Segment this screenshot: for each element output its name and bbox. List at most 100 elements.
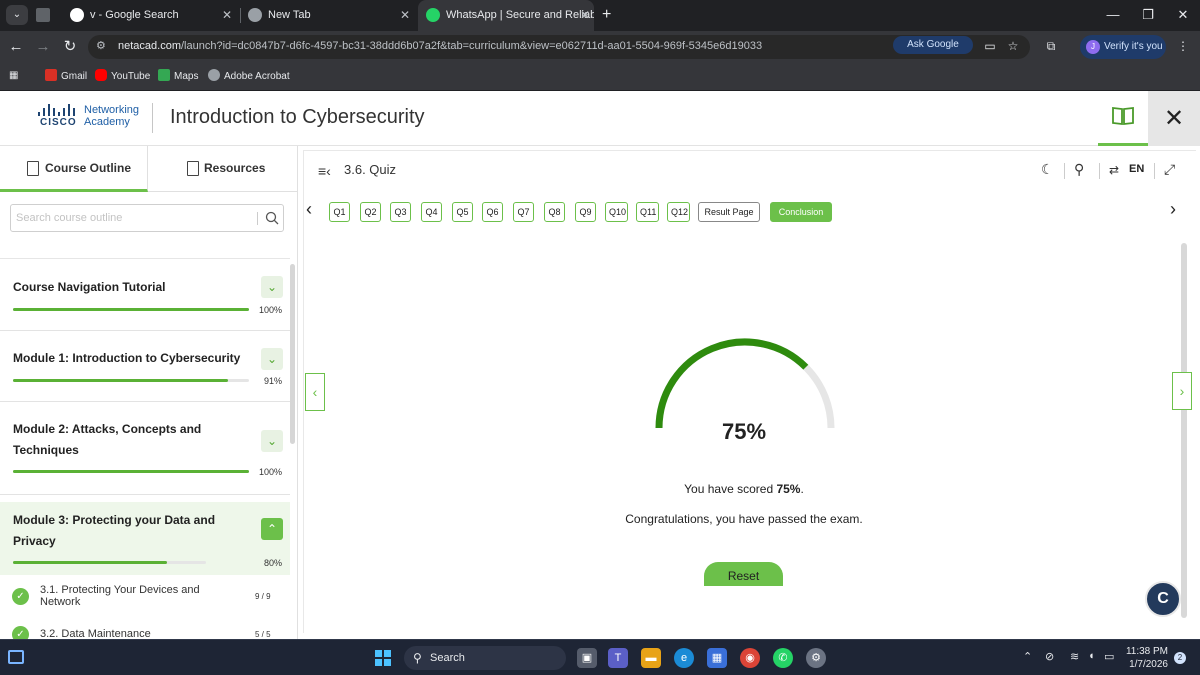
edge-icon[interactable]: e: [674, 648, 694, 668]
question-button-q7[interactable]: Q7: [513, 202, 534, 222]
module-course-navigation-tutorial[interactable]: Course Navigation Tutorial ⌄ 100%: [0, 259, 290, 330]
apps-grid-icon[interactable]: ▦: [9, 69, 18, 83]
translate-icon[interactable]: ⇄: [1109, 163, 1119, 177]
teams-icon[interactable]: T: [608, 648, 628, 668]
question-button-q1[interactable]: Q1: [329, 202, 350, 222]
module-3[interactable]: Module 3: Protecting your Data and Priva…: [0, 502, 290, 575]
close-course-button[interactable]: ✕: [1148, 91, 1200, 146]
site-info-icon[interactable]: ⚙: [96, 39, 106, 52]
windows-start-icon[interactable]: [375, 650, 391, 666]
bookmark-label: Gmail: [61, 71, 88, 82]
tab-search-button[interactable]: ⌄: [6, 5, 28, 25]
lesson-item[interactable]: ✓ 3.1. Protecting Your Devices and Netwo…: [0, 582, 290, 622]
lesson-item[interactable]: ✓ 3.2. Data Maintenance 5 / 5: [0, 624, 290, 639]
close-tab-icon[interactable]: ✕: [222, 0, 232, 31]
bookmark-gmail[interactable]: Gmail: [45, 69, 87, 84]
url-text[interactable]: netacad.com/launch?id=dc0847b7-d6fc-4597…: [118, 40, 762, 52]
store-icon[interactable]: ▦: [707, 648, 727, 668]
course-book-button[interactable]: [1098, 91, 1148, 146]
chevron-down-icon[interactable]: ⌄: [261, 430, 283, 452]
question-button-q12[interactable]: Q12: [667, 202, 690, 222]
conclusion-button[interactable]: Conclusion: [770, 202, 832, 222]
forward-button[interactable]: →: [33, 37, 53, 57]
cisco-wordmark: CISCO: [40, 117, 77, 128]
module-1[interactable]: Module 1: Introduction to Cybersecurity …: [0, 331, 290, 401]
expand-icon[interactable]: ⤢: [1164, 161, 1175, 178]
network-off-icon[interactable]: ⊘: [1045, 650, 1054, 663]
restore-button[interactable]: ❐: [1128, 0, 1168, 31]
volume-icon[interactable]: ◖: [1088, 650, 1095, 662]
result-page-button[interactable]: Result Page: [698, 202, 760, 222]
whatsapp-taskbar-icon[interactable]: ✆: [773, 648, 793, 668]
tab-title: v - Google Search: [90, 9, 179, 21]
settings-icon[interactable]: ⚙: [806, 648, 826, 668]
verify-profile-button[interactable]: J Verify it's you: [1080, 35, 1166, 59]
reset-button[interactable]: Reset: [704, 562, 783, 586]
wifi-icon[interactable]: ≋: [1070, 650, 1079, 663]
bookmark-youtube[interactable]: YouTube: [95, 69, 150, 84]
chevron-up-icon[interactable]: ⌃: [261, 518, 283, 540]
question-button-q8[interactable]: Q8: [544, 202, 565, 222]
question-button-q10[interactable]: Q10: [605, 202, 628, 222]
question-button-q5[interactable]: Q5: [452, 202, 473, 222]
tab-resources[interactable]: Resources: [149, 146, 297, 192]
battery-icon[interactable]: ▭: [1104, 650, 1114, 663]
close-tab-icon[interactable]: ✕: [400, 0, 410, 31]
tray-chevron-icon[interactable]: ⌃: [1023, 650, 1032, 663]
widgets-icon[interactable]: [8, 650, 24, 664]
chrome-taskbar-icon[interactable]: ◉: [740, 648, 760, 668]
tab-whatsapp[interactable]: WhatsApp | Secure and Reliable ✕: [418, 0, 594, 31]
window-close-button[interactable]: ✕: [1163, 0, 1200, 31]
question-button-q2[interactable]: Q2: [360, 202, 381, 222]
outline-search-input[interactable]: [16, 210, 246, 226]
search-icon[interactable]: ⚲: [1074, 161, 1084, 178]
taskbar-search[interactable]: ⚲ Search: [404, 646, 566, 670]
reload-button[interactable]: ↻: [60, 37, 80, 57]
browser-tab-strip: ⌄ v - Google Search ✕ New Tab ✕ WhatsApp…: [0, 0, 1200, 31]
next-page-arrow[interactable]: ›: [1172, 372, 1192, 410]
new-tab-button[interactable]: +: [602, 0, 611, 30]
tab-favicon-app[interactable]: [36, 0, 56, 31]
previous-page-arrow[interactable]: ‹: [305, 373, 325, 411]
search-icon[interactable]: [264, 210, 280, 226]
task-view-icon[interactable]: ▣: [577, 648, 597, 668]
module-progress-text: 100%: [258, 305, 282, 315]
question-button-q6[interactable]: Q6: [482, 202, 503, 222]
course-title: Introduction to Cybersecurity: [170, 106, 425, 128]
bookmark-adobe-acrobat[interactable]: Adobe Acrobat: [208, 69, 290, 84]
tab-new-tab[interactable]: New Tab ✕: [248, 0, 410, 31]
module-2[interactable]: Module 2: Attacks, Concepts and Techniqu…: [0, 402, 290, 494]
chevron-down-icon[interactable]: ⌄: [261, 276, 283, 298]
tab-course-outline[interactable]: Course Outline: [0, 146, 148, 192]
bookmark-star-icon[interactable]: ☆: [1004, 37, 1022, 55]
question-button-q11[interactable]: Q11: [636, 202, 659, 222]
question-button-q3[interactable]: Q3: [390, 202, 411, 222]
address-bar[interactable]: ⚙ netacad.com/launch?id=dc0847b7-d6fc-45…: [88, 35, 1030, 59]
check-icon: ✓: [12, 626, 29, 639]
chevron-down-icon[interactable]: ⌄: [261, 348, 283, 370]
close-tab-icon[interactable]: ✕: [580, 0, 590, 31]
collapse-menu-icon[interactable]: ≡‹: [318, 163, 331, 179]
floating-assistant-button[interactable]: C: [1145, 581, 1181, 617]
ask-google-button[interactable]: Ask Google: [893, 36, 973, 54]
file-explorer-icon[interactable]: ▬: [641, 648, 661, 668]
back-button[interactable]: ←: [6, 37, 26, 57]
prev-arrow-icon[interactable]: ‹: [306, 199, 312, 220]
cisco-logo[interactable]: CISCO: [37, 104, 77, 132]
question-button-q9[interactable]: Q9: [575, 202, 596, 222]
sidebar-scrollbar[interactable]: [290, 264, 295, 444]
notification-badge[interactable]: 2: [1174, 652, 1186, 664]
lesson-title: 3.2. Data Maintenance: [40, 628, 151, 639]
chrome-menu-icon[interactable]: ⋮: [1174, 37, 1192, 55]
tab-google-search[interactable]: v - Google Search ✕: [70, 0, 232, 31]
cast-icon[interactable]: ▭: [981, 37, 999, 55]
bookmark-maps[interactable]: Maps: [158, 69, 198, 84]
language-selector[interactable]: EN: [1129, 163, 1144, 175]
minimize-button[interactable]: —: [1093, 0, 1133, 31]
quiz-main: ≡‹ 3.6. Quiz ☾ ⚲ ⇄ EN ⤢ ‹ Q1 Q2 Q3 Q4 Q5…: [303, 150, 1196, 633]
next-arrow-icon[interactable]: ›: [1170, 199, 1176, 220]
question-button-q4[interactable]: Q4: [421, 202, 442, 222]
extensions-icon[interactable]: ⧉: [1042, 37, 1060, 55]
taskbar-clock[interactable]: 11:38 PM 1/7/2026: [1124, 645, 1168, 671]
dark-mode-icon[interactable]: ☾: [1041, 161, 1054, 178]
